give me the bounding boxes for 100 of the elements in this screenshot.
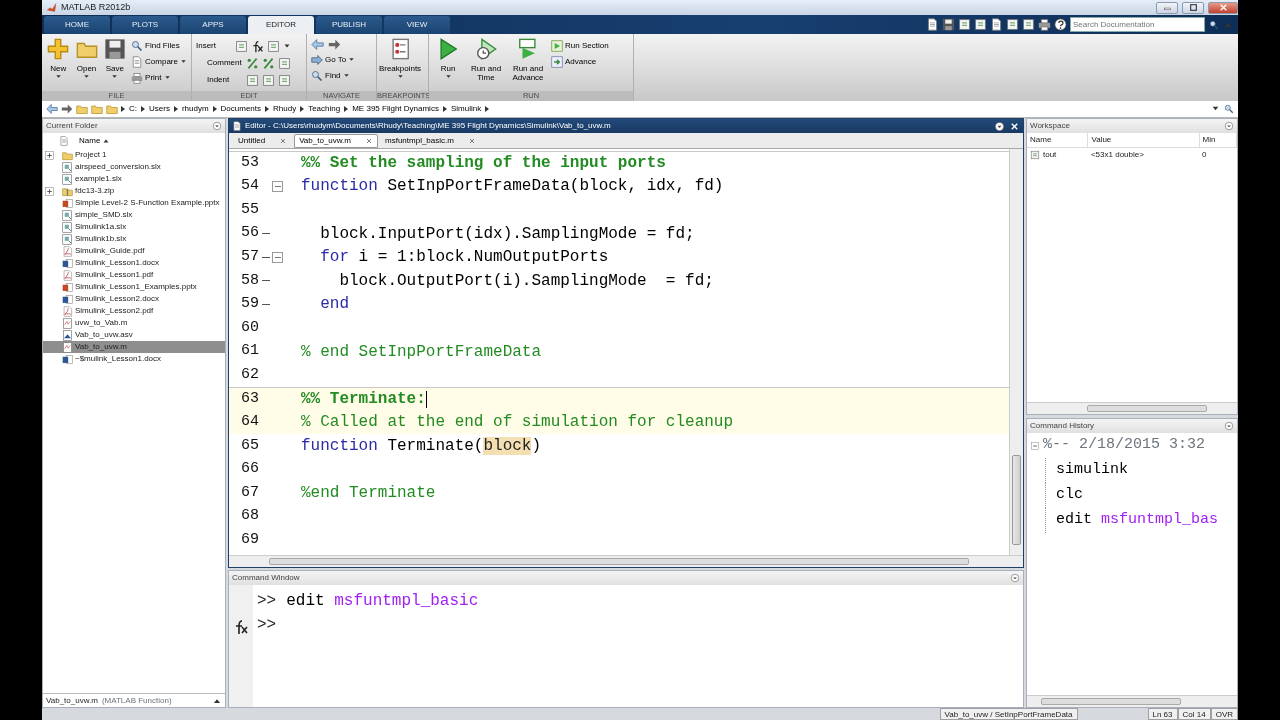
toolbar-button[interactable]: Insert (196, 38, 232, 54)
file-tab[interactable]: msfuntmpl_basic.m (380, 134, 481, 148)
toolbar-button[interactable]: Save (102, 38, 128, 81)
new-file-icon[interactable] (926, 18, 939, 31)
history-entry[interactable]: edit msfuntmpl_bas (1045, 508, 1237, 533)
file-row[interactable]: Simple Level-2 S-Function Example.pptx (43, 197, 225, 209)
save-icon[interactable] (942, 18, 955, 31)
file-row[interactable]: Simulink1a.slx (43, 221, 225, 233)
fold-toggle[interactable] (272, 251, 283, 263)
back-arrow-icon[interactable] (311, 38, 324, 51)
horizontal-scrollbar[interactable] (229, 555, 1023, 567)
column-header[interactable]: Name (79, 133, 101, 149)
toolbar-button[interactable]: Find Files (131, 38, 187, 53)
small-tool-icon[interactable] (958, 18, 971, 31)
paste-icon[interactable] (990, 18, 1003, 31)
file-row[interactable]: Simulink_Lesson2.pdf (43, 305, 225, 317)
file-row[interactable]: Simulink_Lesson1.docx (43, 257, 225, 269)
wrap-comment-icon[interactable] (278, 56, 291, 70)
back-arrow-icon[interactable] (46, 103, 58, 115)
column-header[interactable]: Value (1087, 133, 1199, 148)
breakpoint-dash[interactable] (262, 280, 270, 282)
toolbar-button[interactable]: Print (131, 70, 187, 85)
file-row[interactable]: Simulink_Lesson1.pdf (43, 269, 225, 281)
path-segment[interactable]: Documents (219, 103, 263, 115)
column-header[interactable]: Name (1027, 133, 1088, 148)
caret-icon[interactable] (1211, 104, 1220, 113)
file-row[interactable]: Simulink_Lesson2.docx (43, 293, 225, 305)
path-segment[interactable]: Simulink (449, 103, 483, 115)
toolbar-button[interactable]: Run and Time (467, 38, 505, 83)
toolbar-button[interactable]: Comment (207, 55, 243, 71)
path-segment[interactable]: C: (128, 103, 138, 115)
file-row[interactable]: Simulink1b.slx (43, 233, 225, 245)
close-button[interactable] (1208, 1, 1238, 14)
window-icon[interactable] (1038, 18, 1051, 31)
file-tab[interactable]: Untitled (233, 134, 293, 148)
file-row[interactable]: ~$mulink_Lesson1.docx (43, 353, 225, 365)
small-tool-icon[interactable] (1022, 18, 1035, 31)
history-entry[interactable]: clc (1045, 483, 1237, 508)
search-field[interactable]: Search Documentation (1070, 17, 1205, 32)
toolstrip-tab[interactable]: PLOTS (112, 16, 178, 34)
toolstrip-tab[interactable]: HOME (44, 16, 110, 34)
toolbar-button[interactable]: Run Section (551, 38, 609, 53)
horizontal-scrollbar[interactable] (1027, 695, 1237, 707)
path-segment[interactable]: ME 395 Flight Dynamics (351, 103, 440, 115)
toolbar-button[interactable]: Open (74, 38, 99, 81)
caret-icon[interactable] (283, 42, 291, 50)
toolbar-button[interactable]: Run and Advance (509, 38, 547, 83)
small-tool-icon[interactable] (974, 18, 987, 31)
toolbar-button[interactable]: Indent (207, 72, 243, 88)
help-icon[interactable] (1054, 18, 1067, 31)
column-header[interactable]: Min (1199, 133, 1237, 148)
toolbar-button[interactable]: Advance (551, 54, 609, 69)
restore-icon[interactable] (1188, 3, 1198, 12)
forward-arrow-icon[interactable] (61, 103, 73, 115)
toolbar-button[interactable]: New (46, 38, 71, 81)
toolstrip-tab[interactable]: EDITOR (248, 16, 314, 34)
file-row[interactable]: Vab_to_uvw.m (43, 341, 225, 353)
file-row[interactable]: fdc13-3.zip (43, 185, 225, 197)
horizontal-scrollbar[interactable] (1027, 402, 1237, 414)
path-segment[interactable]: Rhudy (272, 103, 298, 115)
file-row[interactable]: airspeed_conversion.slx (43, 161, 225, 173)
breakpoint-dash[interactable] (262, 256, 270, 258)
expand-icon[interactable] (45, 186, 54, 196)
path-segment[interactable]: rhudym (180, 103, 210, 115)
restore-button[interactable] (1182, 1, 1204, 14)
plus-icon (47, 38, 70, 60)
expand-icon[interactable] (45, 150, 54, 160)
toolbar-button[interactable]: Breakpoints (381, 38, 419, 81)
breakpoint-dash[interactable] (262, 233, 270, 235)
file-row[interactable]: Simulink_Lesson1_Examples.pptx (43, 281, 225, 293)
toolbar-button[interactable]: Compare (131, 54, 187, 69)
increase-indent-icon[interactable] (262, 73, 275, 87)
decrease-indent-icon[interactable] (278, 73, 291, 87)
file-tab[interactable]: Vab_to_uvw.m (294, 134, 378, 148)
file-row[interactable]: Vab_to_uvw.asv (43, 329, 225, 341)
toolbar-button[interactable]: Run (433, 38, 463, 81)
toolbar-button[interactable]: Go To (311, 52, 356, 67)
forward-arrow-icon[interactable] (328, 38, 341, 51)
fold-toggle[interactable] (272, 180, 283, 192)
file-row[interactable]: Simulink_Guide.pdf (43, 245, 225, 257)
function-icon[interactable] (251, 39, 264, 53)
panel-menu-icon[interactable] (994, 120, 1005, 132)
toolstrip-tab[interactable]: APPS (180, 16, 246, 34)
breakpoint-dash[interactable] (262, 303, 270, 305)
search-icon[interactable] (1209, 19, 1219, 30)
small-tool-icon[interactable] (1006, 18, 1019, 31)
toolstrip-tab[interactable]: PUBLISH (316, 16, 382, 34)
path-segment[interactable]: Teaching (307, 103, 342, 115)
history-entry[interactable]: simulink (1045, 458, 1237, 483)
path-segment[interactable]: Users (148, 103, 171, 115)
smart-indent-icon[interactable] (246, 73, 259, 87)
toolbar-button[interactable]: Find (311, 68, 356, 83)
file-row[interactable]: uvw_to_Vab.m (43, 317, 225, 329)
search-icon[interactable] (1224, 104, 1234, 114)
status-context: Vab_to_uvw / SetInpPortFrameData (939, 708, 1078, 720)
vertical-scrollbar[interactable] (1009, 149, 1023, 555)
file-row[interactable]: simple_SMD.slx (43, 209, 225, 221)
file-row[interactable]: Project 1 (43, 149, 225, 161)
file-row[interactable]: example1.slx (43, 173, 225, 185)
toolstrip-tab[interactable]: VIEW (384, 16, 450, 34)
